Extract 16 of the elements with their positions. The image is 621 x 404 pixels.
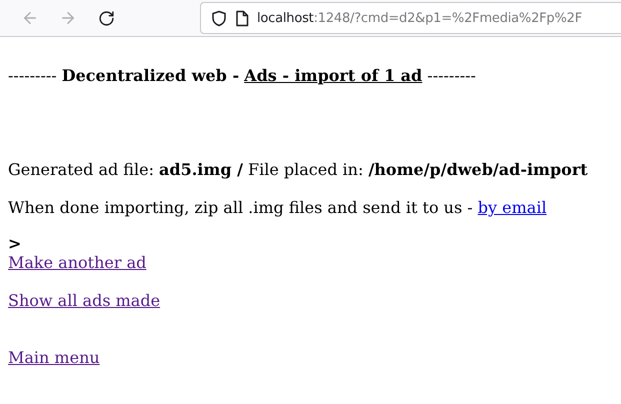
section-link[interactable]: Ads - import of 1 ad [244,66,422,85]
page-icon [235,10,249,26]
heading-dashes: --------- [8,66,57,85]
info-text: Generated ad file: ad5.img / File placed in: /home/p/dweb/ad-import [8,160,588,179]
heading-dashes: --------- [427,66,476,85]
prompt-symbol: > [8,234,22,253]
menu-link[interactable]: Main menu [8,348,100,367]
info-text: When done importing, zip all .img files and send it to us - [8,198,473,217]
email-link[interactable]: by email [478,198,547,217]
menu-link[interactable]: Show all ads made [8,291,160,310]
address-bar[interactable]: localhost:1248/?cmd=d2&p1=%2Fmedia%2Fp%2F [200,2,621,34]
shield-icon [211,10,227,26]
site-title: Decentralized web - [62,66,240,85]
reload-icon [98,10,114,26]
forward-arrow-icon [59,9,77,27]
menu-link[interactable]: Make another ad [8,253,146,272]
